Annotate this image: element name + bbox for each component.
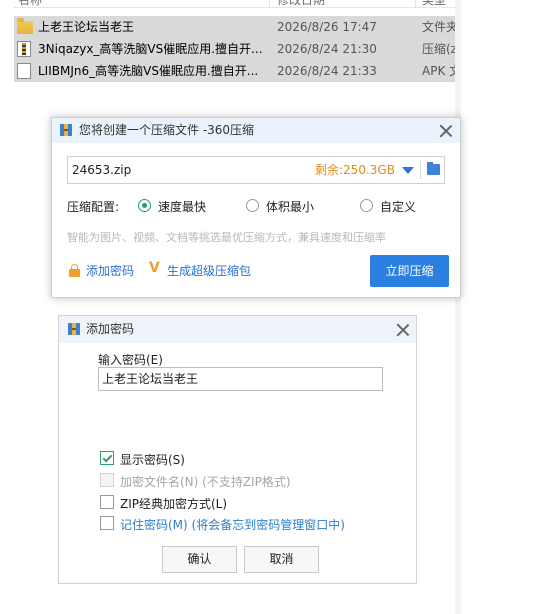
- archive-filename[interactable]: 24653.zip: [72, 157, 131, 183]
- divider: [420, 161, 421, 179]
- document-icon: [17, 63, 31, 79]
- password-value[interactable]: 上老王论坛当老王: [102, 368, 198, 390]
- v-badge-icon: V: [149, 260, 160, 276]
- remember-password-checkbox[interactable]: [100, 516, 114, 530]
- file-name: LIIBMJn6_高等洗脑VS催眠应用.擅自开...: [38, 64, 259, 78]
- password-input-label: 输入密码(E): [98, 353, 163, 367]
- file-type: 文件夹: [422, 20, 457, 34]
- chevron-down-icon[interactable]: [402, 167, 414, 174]
- file-date: 2026/8/24 21:33: [277, 64, 377, 78]
- radio-speed-fastest[interactable]: [138, 199, 151, 212]
- column-header-date[interactable]: 修改日期: [277, 0, 325, 7]
- column-header-name[interactable]: 名称: [18, 0, 42, 7]
- disk-space-remaining: 剩余:250.3GB: [315, 163, 395, 177]
- lock-icon: [69, 264, 80, 277]
- password-input[interactable]: 上老王论坛当老王: [98, 367, 383, 391]
- file-date: 2026/8/24 21:30: [277, 42, 377, 56]
- 360-zip-app-icon: [60, 124, 72, 136]
- column-header-type[interactable]: 类型: [422, 0, 446, 7]
- encrypt-filenames-checkbox: [100, 473, 114, 487]
- compress-config-label: 压缩配置:: [67, 200, 120, 214]
- file-row-zip[interactable]: 3Niqazyx_高等洗脑VS催眠应用.擅自开... 2026/8/24 21:…: [14, 38, 457, 60]
- file-date: 2026/8/26 17:47: [277, 20, 377, 34]
- radio-size-smallest[interactable]: [246, 199, 259, 212]
- compress-hint: 智能为图片、视频、文档等挑选最优压缩方式，兼具速度和压缩率: [67, 231, 386, 244]
- option-label[interactable]: 自定义: [380, 198, 416, 215]
- compress-now-button[interactable]: 立即压缩: [370, 255, 449, 287]
- zip-file-icon: [17, 41, 31, 57]
- add-password-dialog: 添加密码 输入密码(E) 上老王论坛当老王 显示密码(S) 加密文件名(N) (…: [58, 315, 417, 584]
- show-password-label[interactable]: 显示密码(S): [120, 451, 185, 468]
- column-divider[interactable]: [415, 0, 416, 7]
- file-row-apk[interactable]: LIIBMJn6_高等洗脑VS催眠应用.擅自开... 2026/8/24 21:…: [14, 60, 457, 82]
- file-list: 上老王论坛当老王 2026/8/26 17:47 文件夹 3Niqazyx_高等…: [14, 16, 457, 82]
- vertical-scrollbar[interactable]: [455, 0, 461, 614]
- close-icon[interactable]: [396, 323, 410, 337]
- confirm-button[interactable]: 确认: [162, 546, 237, 573]
- folder-browse-icon[interactable]: [427, 162, 440, 175]
- password-dialog-title: 添加密码: [86, 322, 135, 336]
- option-label[interactable]: 体积最小: [266, 198, 314, 215]
- archive-filename-field[interactable]: 24653.zip 剩余:250.3GB: [67, 156, 445, 184]
- encrypt-filenames-label: 加密文件名(N) (不支持ZIP格式): [120, 475, 291, 489]
- file-type: 压缩(zi: [422, 42, 457, 56]
- zip-classic-encryption-label[interactable]: ZIP经典加密方式(L): [120, 495, 227, 512]
- cancel-button[interactable]: 取消: [244, 546, 319, 573]
- password-dialog-titlebar[interactable]: 添加密码: [59, 316, 416, 343]
- radio-custom[interactable]: [360, 199, 373, 212]
- file-name: 3Niqazyx_高等洗脑VS催眠应用.擅自开...: [38, 42, 263, 56]
- compress-dialog-title: 您将创建一个压缩文件 -360压缩: [79, 123, 255, 137]
- add-password-link[interactable]: 添加密码: [86, 262, 134, 279]
- file-type: APK 文: [422, 64, 457, 78]
- column-divider[interactable]: [269, 0, 270, 7]
- compress-dialog-titlebar[interactable]: 您将创建一个压缩文件 -360压缩: [52, 118, 460, 143]
- option-label[interactable]: 速度最快: [158, 198, 206, 215]
- remember-password-label[interactable]: 记住密码(M) (将会备忘到密码管理窗口中): [120, 516, 345, 533]
- compress-dialog: 您将创建一个压缩文件 -360压缩 24653.zip 剩余:250.3GB 压…: [51, 117, 461, 298]
- folder-icon: [17, 18, 33, 34]
- 360-zip-app-icon: [68, 323, 80, 335]
- zip-classic-encryption-checkbox[interactable]: [100, 495, 114, 509]
- file-row-folder[interactable]: 上老王论坛当老王 2026/8/26 17:47 文件夹: [14, 16, 457, 38]
- super-compress-link[interactable]: 生成超级压缩包: [167, 262, 251, 279]
- close-icon[interactable]: [439, 124, 453, 138]
- show-password-checkbox[interactable]: [100, 451, 114, 465]
- file-list-header: 名称 修改日期 类型: [14, 0, 457, 8]
- file-name: 上老王论坛当老王: [38, 20, 135, 34]
